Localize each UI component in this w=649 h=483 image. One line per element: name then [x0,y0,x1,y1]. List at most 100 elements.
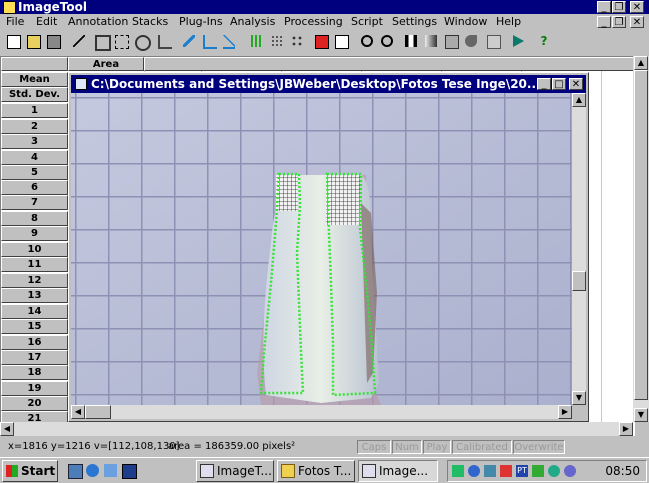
row-header[interactable]: 3 [1,134,68,149]
row-header-mean[interactable]: Mean [1,72,68,87]
usb-icon[interactable] [532,465,544,477]
measure-icon[interactable] [180,32,200,52]
row-header[interactable]: 13 [1,288,68,303]
profile-icon[interactable] [312,32,332,52]
menu-analysis[interactable]: Analysis [230,15,275,29]
internet-explorer-icon[interactable] [86,464,99,477]
menu-stacks[interactable]: Stacks [132,15,168,29]
close-button[interactable]: ✕ [630,1,644,13]
undo-icon[interactable] [155,32,175,52]
row-header[interactable]: 1 [1,103,68,118]
language-icon[interactable]: PT [516,465,528,477]
help-icon[interactable]: ? [535,32,555,52]
row-header[interactable]: 10 [1,242,68,257]
task-image-active[interactable]: Image... [358,460,438,482]
start-button[interactable]: Start [2,460,58,482]
menu-settings[interactable]: Settings [392,15,437,29]
monitor-icon[interactable] [484,465,496,477]
menu-edit[interactable]: Edit [36,15,57,29]
line-tool-icon[interactable] [70,32,90,52]
menu-script[interactable]: Script [351,15,383,29]
messenger-icon[interactable] [548,465,560,477]
menu-processing[interactable]: Processing [284,15,343,29]
row-header[interactable]: 9 [1,226,68,241]
sheet-hscrollbar[interactable]: ◀ ▶ [0,422,633,436]
image-minimize-button[interactable]: _ [537,78,551,90]
row-header[interactable]: 11 [1,257,68,272]
row-header[interactable]: 5 [1,165,68,180]
open-icon[interactable] [24,32,44,52]
row-header[interactable]: 19 [1,381,68,396]
threshold-icon[interactable] [422,32,442,52]
play-icon[interactable] [510,32,530,52]
scroll-right-button[interactable]: ▶ [619,422,633,436]
zoom-out-icon[interactable] [378,32,398,52]
image-scroll-left-button[interactable]: ◀ [71,405,85,419]
row-header[interactable]: 20 [1,396,68,411]
menu-annotation[interactable]: Annotation [68,15,128,29]
child-minimize-button[interactable]: _ [597,16,611,28]
minimize-button[interactable]: _ [597,1,611,13]
graph-icon[interactable] [332,32,352,52]
row-header[interactable]: 18 [1,365,68,380]
image-scroll-up-button[interactable]: ▲ [572,93,586,107]
scroll-up-button[interactable]: ▲ [634,56,648,70]
task-fotos[interactable]: Fotos T... [277,460,355,482]
menu-window[interactable]: Window [444,15,487,29]
rotate-icon[interactable] [132,32,152,52]
update-icon[interactable] [564,465,576,477]
column-header-area[interactable]: Area [68,57,144,71]
angle-icon[interactable] [200,32,220,52]
row-header[interactable]: 8 [1,211,68,226]
calibrate-icon[interactable] [402,32,422,52]
image-scroll-right-button[interactable]: ▶ [558,405,572,419]
stack-icon[interactable] [462,32,482,52]
show-desktop-icon[interactable] [68,464,83,479]
antivirus-icon[interactable] [500,465,512,477]
child-restore-button[interactable]: ❐ [612,16,626,28]
image-hscrollbar[interactable]: ◀ ▶ [71,405,572,419]
notes-icon[interactable] [122,464,137,479]
image-hscroll-thumb[interactable] [85,405,111,419]
dots-icon[interactable] [268,32,288,52]
image-vscrollbar[interactable]: ▲ ▼ [572,93,586,405]
crop-icon[interactable] [92,32,112,52]
image-window-title-bar[interactable]: C:\Documents and Settings\JBWeber\Deskto… [71,75,586,93]
network-icon[interactable] [468,465,480,477]
3d-icon[interactable] [484,32,504,52]
zoom-fit-icon[interactable] [112,32,132,52]
scroll-thumb[interactable] [634,70,648,400]
scroll-down-button[interactable]: ▼ [634,408,648,422]
image-close-button[interactable]: ✕ [569,78,583,90]
row-header[interactable]: 17 [1,350,68,365]
print-icon[interactable] [44,32,64,52]
outlook-icon[interactable] [104,464,117,477]
row-header[interactable]: 4 [1,150,68,165]
histogram-icon[interactable] [248,32,268,52]
menu-help[interactable]: Help [496,15,521,29]
menu-file[interactable]: File [6,15,24,29]
zoom-in-icon[interactable] [358,32,378,52]
speaker-icon[interactable] [452,465,464,477]
image-vscroll-thumb[interactable] [572,271,586,291]
row-header[interactable]: 12 [1,273,68,288]
row-header[interactable]: 15 [1,319,68,334]
row-header[interactable]: 16 [1,335,68,350]
row-header[interactable]: 7 [1,195,68,210]
image-maximize-button[interactable]: □ [552,78,566,90]
image-scroll-down-button[interactable]: ▼ [572,391,586,405]
row-header[interactable]: 6 [1,180,68,195]
sheet-vscrollbar[interactable]: ▲ ▼ [633,56,649,422]
menu-plugins[interactable]: Plug-Ins [179,15,223,29]
new-icon[interactable] [4,32,24,52]
row-header[interactable]: 2 [1,119,68,134]
row-header[interactable]: 14 [1,304,68,319]
row-header-stddev[interactable]: Std. Dev. [1,87,68,102]
pixel-icon[interactable] [288,32,308,52]
child-close-button[interactable]: ✕ [630,16,644,28]
scale-icon[interactable] [220,32,240,52]
scroll-left-button[interactable]: ◀ [0,422,14,436]
tooth-photo[interactable] [71,93,572,405]
task-imagetool[interactable]: ImageT... [196,460,274,482]
maximize-button[interactable]: ❐ [612,1,626,13]
